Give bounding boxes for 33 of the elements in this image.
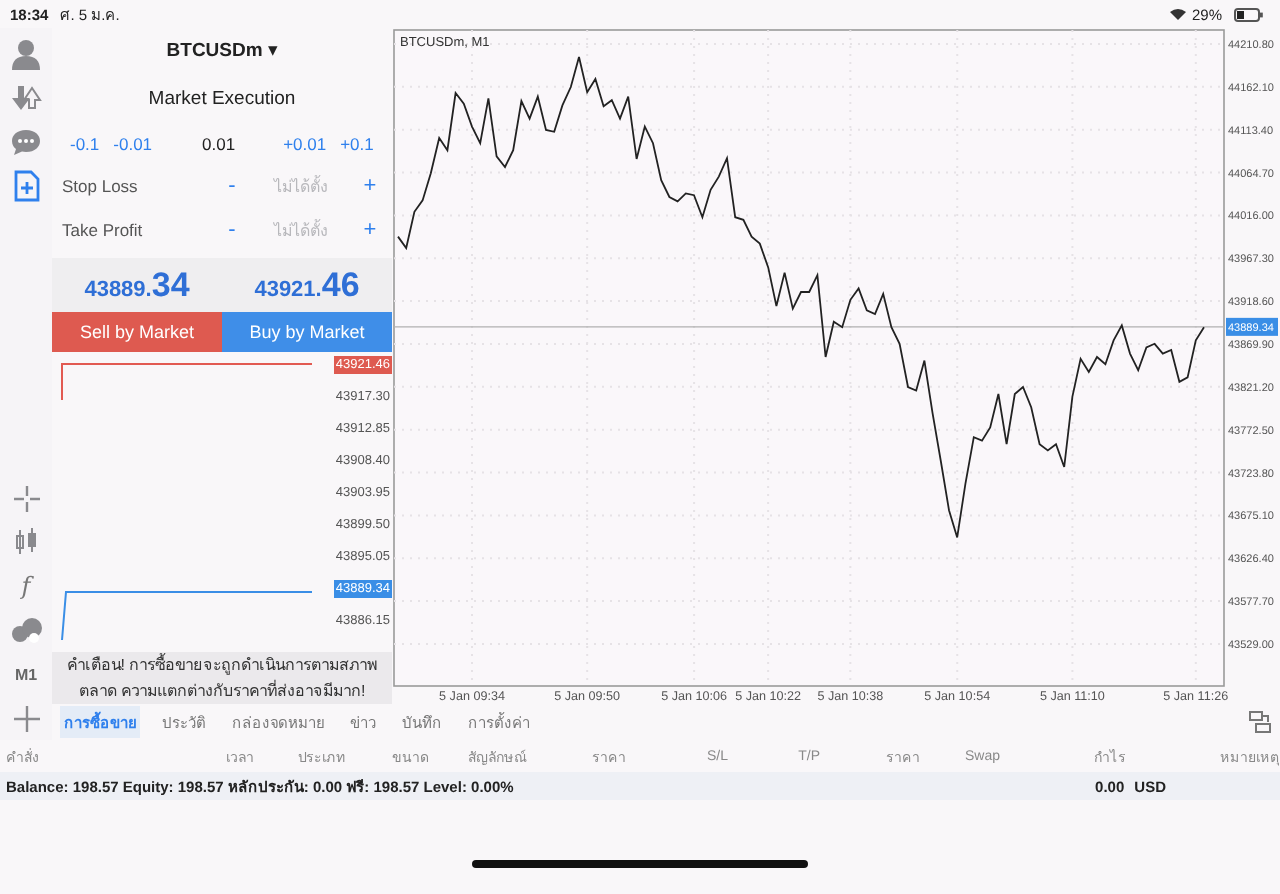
shapes-icon[interactable]	[11, 617, 41, 643]
sell-button[interactable]: Sell by Market	[52, 312, 222, 352]
crosshair-icon[interactable]	[13, 485, 39, 511]
warning-text: คำเตือน! การซื้อขายจะถูกดำเนินการตามสภาพตลาด ความแตกต่างกับราคาที่ส่งอาจมีมาก!	[64, 652, 380, 704]
volume-step-link[interactable]: +0.1	[340, 134, 374, 154]
new-document-icon[interactable]	[13, 170, 39, 202]
level-input[interactable]: ไม่ได้ตั้ง	[242, 217, 360, 243]
minus-button[interactable]: -	[222, 218, 242, 242]
level-label: Take Profit	[62, 220, 145, 240]
wifi-icon	[1169, 8, 1186, 20]
buy-button[interactable]: Buy by Market	[222, 312, 392, 352]
arrows-icon[interactable]	[10, 82, 42, 114]
volume-step-link[interactable]: -0.01	[113, 134, 153, 154]
plus-button[interactable]: +	[360, 174, 380, 198]
bid-price: 43889.34	[84, 265, 190, 305]
level-input[interactable]: ไม่ได้ตั้ง	[242, 173, 360, 199]
battery-icon	[1234, 7, 1264, 21]
function-icon[interactable]: f	[21, 572, 31, 600]
volume-step-link[interactable]: +0.01	[283, 134, 327, 154]
minus-button[interactable]: -	[222, 174, 242, 198]
volume-step-link[interactable]: -0.1	[70, 134, 100, 154]
person-icon[interactable]	[12, 38, 40, 70]
layout-icon[interactable]	[1248, 710, 1272, 734]
plus-button[interactable]: +	[360, 218, 380, 242]
chat-icon[interactable]	[10, 128, 42, 156]
timeframe-button[interactable]: M1	[14, 665, 38, 683]
add-icon[interactable]	[13, 705, 39, 731]
candlestick-icon[interactable]	[14, 528, 38, 556]
execution-type[interactable]: Market Execution	[148, 87, 296, 109]
level-label: Stop Loss	[62, 176, 140, 196]
volume-value[interactable]: 0.01	[202, 134, 284, 154]
ask-price: 43921.46	[254, 265, 360, 305]
symbol-selector[interactable]: BTCUSDm ▾	[166, 39, 278, 61]
